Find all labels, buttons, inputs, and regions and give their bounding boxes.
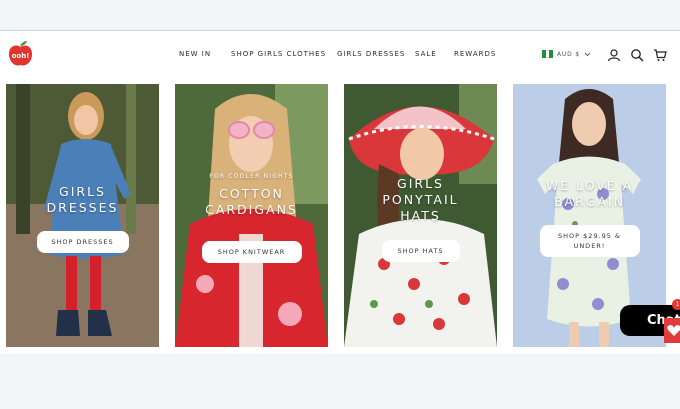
chat-notification-badge: 1 (672, 299, 680, 310)
nav-item-new-in[interactable]: NEW IN (179, 50, 211, 58)
nigeria-flag-icon (542, 50, 554, 58)
apple-logo-icon: ooh! (9, 41, 32, 66)
search-icon[interactable] (630, 48, 644, 62)
card-kicker: FOR COOLER NIGHTS (209, 173, 294, 180)
nav-item-sale[interactable]: SALE (415, 50, 437, 58)
card-title: GIRLS DRESSES (46, 184, 119, 215)
brand-logo[interactable]: ooh! (7, 40, 34, 68)
currency-label: AUD $ (557, 50, 580, 58)
shop-dresses-button[interactable]: SHOP DRESSES (36, 231, 129, 253)
card-title: WE LOVE A BARGAIN (545, 178, 634, 209)
site-header: ooh! NEW IN SHOP GIRLS CLOTHES GIRLS DRE… (0, 31, 680, 79)
logo-text: ooh! (12, 52, 30, 60)
collection-card-hats[interactable]: GIRLS PONYTAIL HATS SHOP HATS (344, 84, 497, 347)
card-title: GIRLS PONYTAIL HATS (382, 176, 459, 223)
chevron-down-icon (584, 52, 591, 56)
collection-card-dresses[interactable]: GIRLS DRESSES SHOP DRESSES (6, 84, 159, 347)
collection-card-knitwear[interactable]: FOR COOLER NIGHTS COTTON CARDIGANS SHOP … (175, 84, 328, 347)
card-title: COTTON CARDIGANS (205, 186, 298, 217)
currency-selector[interactable]: AUD $ (542, 50, 591, 58)
announcement-bar (0, 0, 680, 31)
shop-under-2995-button[interactable]: SHOP $29.95 & UNDER! (539, 225, 640, 257)
cart-icon[interactable] (653, 48, 667, 62)
nav-item-girls-dresses[interactable]: GIRLS DRESSES (337, 50, 405, 58)
wishlist-heart-icon[interactable] (664, 318, 680, 343)
nav-item-shop-girls-clothes[interactable]: SHOP GIRLS CLOTHES (231, 50, 326, 58)
shop-hats-button[interactable]: SHOP HATS (381, 240, 460, 262)
nav-item-rewards[interactable]: REWARDS (454, 50, 496, 58)
account-icon[interactable] (607, 48, 621, 62)
shop-knitwear-button[interactable]: SHOP KNITWEAR (201, 241, 302, 263)
